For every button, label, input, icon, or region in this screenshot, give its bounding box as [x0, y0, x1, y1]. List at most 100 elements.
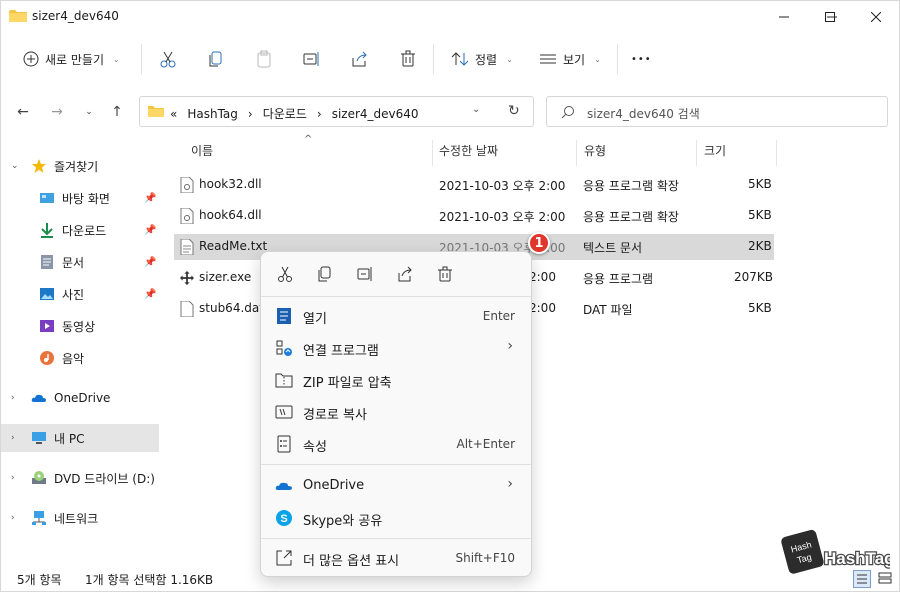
- sidebar-item-videos[interactable]: 동영상: [1, 312, 159, 340]
- sidebar-item-music[interactable]: 음악: [1, 344, 159, 372]
- close-button[interactable]: [853, 1, 899, 33]
- menu-item-open[interactable]: 열기 Enter: [265, 300, 527, 332]
- table-row[interactable]: hook64.dll 2021-10-03 오후 2:00 응용 프로그램 확장…: [174, 203, 774, 229]
- share-button[interactable]: [351, 45, 369, 73]
- menu-item-label: 열기: [303, 312, 327, 327]
- sidebar-item-onedrive[interactable]: › OneDrive: [1, 384, 159, 412]
- trash-icon: [438, 266, 452, 282]
- chevron-down-icon: ⌄: [506, 54, 513, 64]
- recent-locations-button[interactable]: ⌄: [79, 102, 99, 122]
- divider: [617, 44, 618, 74]
- plus-circle-icon: [23, 51, 39, 67]
- sidebar-item-label: 내 PC: [54, 431, 85, 446]
- pin-icon[interactable]: 📌: [144, 225, 156, 236]
- properties-icon: [277, 435, 291, 453]
- chevron-down-icon[interactable]: ⌄: [11, 161, 19, 171]
- menu-item-skype[interactable]: S Skype와 공유: [265, 502, 527, 534]
- menu-item-onedrive[interactable]: OneDrive ›: [265, 470, 527, 502]
- item-count: 5개 항목: [17, 573, 62, 587]
- chevron-right-icon[interactable]: ›: [11, 433, 15, 443]
- pin-icon[interactable]: 📌: [144, 257, 156, 268]
- maximize-button[interactable]: [807, 1, 853, 33]
- more-button[interactable]: •••: [631, 45, 652, 73]
- chevron-right-icon[interactable]: ›: [11, 393, 15, 403]
- overflow-icon[interactable]: «: [170, 107, 177, 121]
- new-button[interactable]: 새로 만들기 ⌄: [23, 45, 120, 73]
- ctx-cut-button[interactable]: [273, 262, 297, 286]
- back-button[interactable]: ←: [13, 102, 33, 122]
- document-icon: [41, 255, 53, 269]
- column-header-modified[interactable]: 수정한 날짜: [439, 142, 498, 166]
- paste-icon: [257, 50, 271, 68]
- sidebar-item-documents[interactable]: 문서 📌: [1, 248, 159, 276]
- star-icon: [32, 159, 46, 173]
- search-box[interactable]: sizer4_dev640 검색: [546, 96, 888, 127]
- view-list-icon: [540, 54, 556, 64]
- ctx-delete-button[interactable]: [433, 262, 457, 286]
- expand-icon: [276, 550, 292, 566]
- menu-item-label: Skype와 공유: [303, 514, 383, 529]
- menu-item-more-options[interactable]: 더 많은 옵션 표시 Shift+F10: [265, 542, 527, 574]
- divider: [433, 44, 434, 74]
- network-icon: [32, 511, 46, 525]
- column-header-type[interactable]: 유형: [584, 142, 606, 166]
- text-file-icon: [180, 239, 194, 255]
- sidebar-item-network[interactable]: › 네트워크: [1, 504, 159, 532]
- paste-button[interactable]: [255, 45, 273, 73]
- file-modified: 2:00: [529, 270, 556, 284]
- ctx-copy-button[interactable]: [313, 262, 337, 286]
- menu-item-label: OneDrive: [303, 478, 365, 493]
- sidebar-item-this-pc[interactable]: › 내 PC: [1, 424, 159, 452]
- address-bar[interactable]: « HashTag › 다운로드 › sizer4_dev640 ⌄ ↻: [139, 96, 534, 127]
- refresh-icon[interactable]: ↻: [508, 103, 520, 119]
- menu-separator: [261, 296, 531, 297]
- column-header-name[interactable]: 이름: [191, 142, 213, 166]
- download-icon: [41, 223, 53, 238]
- copy-button[interactable]: [207, 45, 225, 73]
- ctx-share-button[interactable]: [393, 262, 417, 286]
- file-modified: 2:00: [529, 301, 556, 315]
- forward-button[interactable]: →: [47, 102, 67, 122]
- search-icon: [561, 106, 574, 119]
- menu-separator: [261, 538, 531, 539]
- file-type: DAT 파일: [583, 303, 633, 317]
- delete-button[interactable]: [399, 45, 417, 73]
- menu-item-properties[interactable]: 속성 Alt+Enter: [265, 428, 527, 460]
- view-button[interactable]: 보기 ⌄: [539, 45, 601, 73]
- close-icon: [871, 12, 881, 22]
- chevron-right-icon[interactable]: ›: [11, 513, 15, 523]
- column-header-size[interactable]: 크기: [704, 142, 726, 166]
- file-type: 응용 프로그램 확장: [583, 210, 679, 224]
- sort-label: 정렬: [475, 52, 498, 67]
- file-type: 응용 프로그램 확장: [583, 179, 679, 193]
- sidebar-item-label: 즐겨찾기: [54, 159, 99, 174]
- rename-icon: [303, 52, 319, 66]
- sidebar-item-desktop[interactable]: 바탕 화면 📌: [1, 184, 159, 212]
- sort-button[interactable]: 정렬 ⌄: [451, 45, 513, 73]
- address-dropdown-icon[interactable]: ⌄: [472, 104, 480, 115]
- column-divider: [576, 140, 577, 166]
- rename-button[interactable]: [303, 45, 321, 73]
- up-button[interactable]: ↑: [107, 102, 127, 122]
- minimize-icon: [779, 16, 789, 18]
- cut-button[interactable]: [159, 45, 177, 73]
- breadcrumb-hashtag[interactable]: HashTag: [187, 107, 238, 121]
- menu-item-zip[interactable]: ZIP 파일로 압축: [265, 364, 527, 396]
- menu-item-open-with[interactable]: 연결 프로그램 ›: [265, 332, 527, 364]
- breadcrumb-current[interactable]: sizer4_dev640: [332, 107, 419, 121]
- share-icon: [352, 51, 367, 67]
- sidebar-item-pictures[interactable]: 사진 📌: [1, 280, 159, 308]
- breadcrumb-downloads[interactable]: 다운로드: [263, 105, 307, 122]
- sidebar-item-quick-access[interactable]: ⌄ 즐겨찾기: [1, 152, 159, 180]
- video-icon: [40, 320, 54, 332]
- ctx-rename-button[interactable]: [353, 262, 377, 286]
- pin-icon[interactable]: 📌: [144, 289, 156, 300]
- chevron-right-icon[interactable]: ›: [11, 473, 15, 483]
- file-size: 207KB: [734, 270, 774, 284]
- pin-icon[interactable]: 📌: [144, 193, 156, 204]
- minimize-button-2[interactable]: [761, 1, 807, 33]
- sidebar-item-dvd[interactable]: › DVD 드라이브 (D:): [1, 464, 159, 492]
- table-row[interactable]: hook32.dll 2021-10-03 오후 2:00 응용 프로그램 확장…: [174, 172, 774, 198]
- sidebar-item-downloads[interactable]: 다운로드 📌: [1, 216, 159, 244]
- menu-item-copy-path[interactable]: 경로로 복사: [265, 396, 527, 428]
